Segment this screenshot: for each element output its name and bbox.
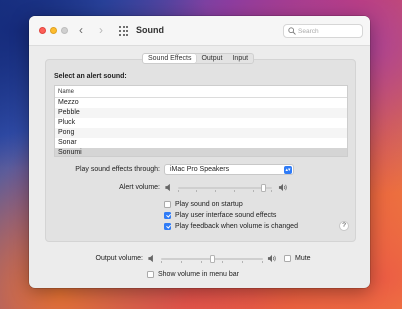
option-startup-sound[interactable]: Play sound on startup (164, 200, 243, 209)
ui-sound-effects-label: Play user interface sound effects (175, 212, 277, 219)
speaker-high-icon (278, 183, 287, 192)
list-item-selected[interactable]: Sonumi (55, 148, 347, 156)
search-input[interactable] (298, 26, 360, 36)
mute-label: Mute (295, 255, 311, 262)
play-through-label: Play sound effects through: (75, 166, 160, 173)
speaker-high-icon (267, 254, 276, 263)
list-header-name[interactable]: Name (55, 86, 347, 98)
volume-feedback-label: Play feedback when volume is changed (175, 223, 298, 230)
ui-sound-effects-checkbox[interactable] (164, 212, 171, 219)
title-bar: ‹ › Sound (29, 16, 370, 46)
startup-sound-checkbox[interactable] (164, 201, 171, 208)
option-show-volume-menu[interactable]: Show volume in menu bar (147, 270, 239, 279)
list-item[interactable]: Pebble (55, 108, 347, 118)
output-volume-label: Output volume: (95, 255, 143, 262)
search-icon (288, 27, 296, 35)
output-volume-slider[interactable] (161, 254, 263, 264)
alert-sound-heading: Select an alert sound: (54, 73, 127, 80)
option-mute[interactable]: Mute (284, 254, 311, 263)
speaker-low-icon (165, 183, 170, 192)
alert-volume-knob[interactable] (261, 184, 266, 192)
zoom-button[interactable] (61, 27, 68, 34)
updown-chevron-icon: ▴▾ (284, 166, 292, 174)
list-item[interactable]: Pong (55, 128, 347, 138)
alert-volume-slider[interactable] (178, 183, 272, 193)
back-chevron-icon[interactable]: ‹ (79, 24, 83, 36)
play-through-select[interactable]: iMac Pro Speakers ▴▾ (164, 164, 294, 175)
alert-sound-list[interactable]: Name Mezzo Pebble Pluck Pong Sonar Sonum… (54, 85, 348, 157)
list-item[interactable]: Mezzo (55, 98, 347, 108)
speaker-low-icon (148, 254, 153, 263)
tab-sound-effects[interactable]: Sound Effects (143, 54, 197, 63)
minimize-button[interactable] (50, 27, 57, 34)
startup-sound-label: Play sound on startup (175, 201, 243, 208)
volume-feedback-checkbox[interactable] (164, 223, 171, 230)
mute-checkbox[interactable] (284, 255, 291, 262)
list-item[interactable]: Pluck (55, 118, 347, 128)
sound-preferences-window: ‹ › Sound Select an alert sound: Name Me… (29, 16, 370, 288)
help-button[interactable]: ? (339, 221, 349, 231)
window-title: Sound (136, 25, 164, 35)
show-all-grid-icon[interactable] (119, 26, 129, 36)
show-volume-menu-label: Show volume in menu bar (158, 271, 239, 278)
search-field[interactable] (283, 24, 363, 38)
forward-chevron-icon[interactable]: › (99, 24, 103, 36)
sound-effects-panel: Select an alert sound: Name Mezzo Pebble… (45, 59, 356, 242)
tab-input[interactable]: Input (227, 54, 253, 63)
play-through-value: iMac Pro Speakers (170, 166, 230, 173)
tab-bar: Sound Effects Output Input (142, 53, 255, 64)
list-item[interactable]: Sonar (55, 138, 347, 148)
output-volume-knob[interactable] (210, 255, 215, 263)
option-volume-feedback[interactable]: Play feedback when volume is changed (164, 222, 298, 231)
close-button[interactable] (39, 27, 46, 34)
option-ui-sound-effects[interactable]: Play user interface sound effects (164, 211, 276, 220)
show-volume-menu-checkbox[interactable] (147, 271, 154, 278)
alert-volume-label: Alert volume: (119, 184, 160, 191)
tab-output[interactable]: Output (196, 54, 227, 63)
